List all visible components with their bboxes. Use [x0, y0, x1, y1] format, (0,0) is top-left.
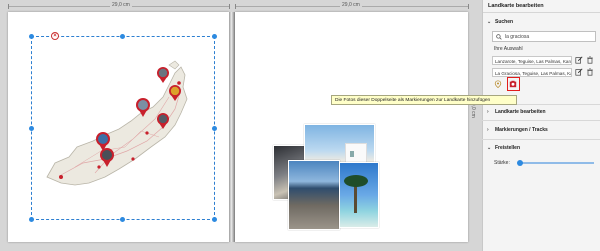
separator: [482, 120, 600, 121]
resize-handle-top-left[interactable]: [29, 34, 34, 39]
ruler-tick: [229, 4, 230, 9]
section-cutout-header[interactable]: ⌄ Freistellen: [482, 145, 600, 151]
strength-slider-thumb[interactable]: [517, 160, 523, 166]
section-markers-header[interactable]: › Markierungen / Tracks: [482, 127, 600, 133]
selection-label: Ihre Auswahl: [494, 46, 523, 52]
chevron-down-icon: ⌄: [487, 19, 492, 25]
section-markers-label: Markierungen / Tracks: [495, 127, 548, 133]
resize-handle-top[interactable]: [120, 34, 125, 39]
photo-palm-pool[interactable]: [339, 162, 379, 228]
strength-slider-track[interactable]: [520, 162, 594, 164]
trash-icon[interactable]: [586, 56, 594, 64]
search-input[interactable]: la graciosa: [492, 31, 596, 42]
result-item[interactable]: La Graciosa, Teguise, Las Palmas, Ka: [492, 68, 572, 77]
resize-handle-bottom[interactable]: [120, 217, 125, 222]
delete-element-icon[interactable]: ×: [51, 32, 59, 40]
trash-icon[interactable]: [586, 68, 594, 76]
edit-icon[interactable]: [575, 56, 583, 64]
map-marker-icon[interactable]: [494, 80, 502, 88]
section-edit-map-label: Landkarte bearbeiten: [495, 109, 546, 115]
resize-handle-top-right[interactable]: [212, 34, 217, 39]
section-cutout-label: Freistellen: [495, 145, 521, 151]
strength-label: Stärke:: [494, 160, 510, 166]
resize-handle-bottom-right[interactable]: [212, 217, 217, 222]
resize-handle-bottom-left[interactable]: [29, 217, 34, 222]
ruler-tick: [235, 4, 236, 9]
ruler-tick: [8, 4, 9, 9]
resize-handle-right[interactable]: [212, 126, 217, 131]
chevron-right-icon: ›: [487, 127, 489, 133]
search-icon: [496, 34, 502, 40]
section-search-header[interactable]: ⌄ Suchen: [482, 19, 600, 25]
tooltip: Die Fotos dieser Doppelseite als Markier…: [331, 95, 517, 105]
book-workspace: 29,0 cm 29,0 cm 29,0 cm ×: [0, 0, 482, 251]
photo-coastal-view[interactable]: [288, 160, 340, 230]
ruler-tick: [468, 4, 469, 9]
section-search-label: Suchen: [495, 19, 514, 25]
ruler-label-right: 29,0 cm: [340, 2, 362, 8]
map-selection-frame[interactable]: [31, 36, 215, 220]
chevron-down-icon: ⌄: [487, 145, 492, 151]
resize-handle-left[interactable]: [29, 126, 34, 131]
separator: [482, 139, 600, 140]
ruler-label-left: 29,0 cm: [110, 2, 132, 8]
search-query: la graciosa: [505, 34, 530, 40]
edit-icon[interactable]: [575, 68, 583, 76]
chevron-right-icon: ›: [487, 109, 489, 115]
photos-to-map-highlight: [507, 77, 520, 91]
result-item[interactable]: Lanzarote, Teguise, Las Palmas, Kana: [492, 56, 572, 65]
panel-title: Landkarte bearbeiten: [483, 0, 600, 13]
section-edit-map-header[interactable]: › Landkarte bearbeiten: [482, 109, 600, 115]
